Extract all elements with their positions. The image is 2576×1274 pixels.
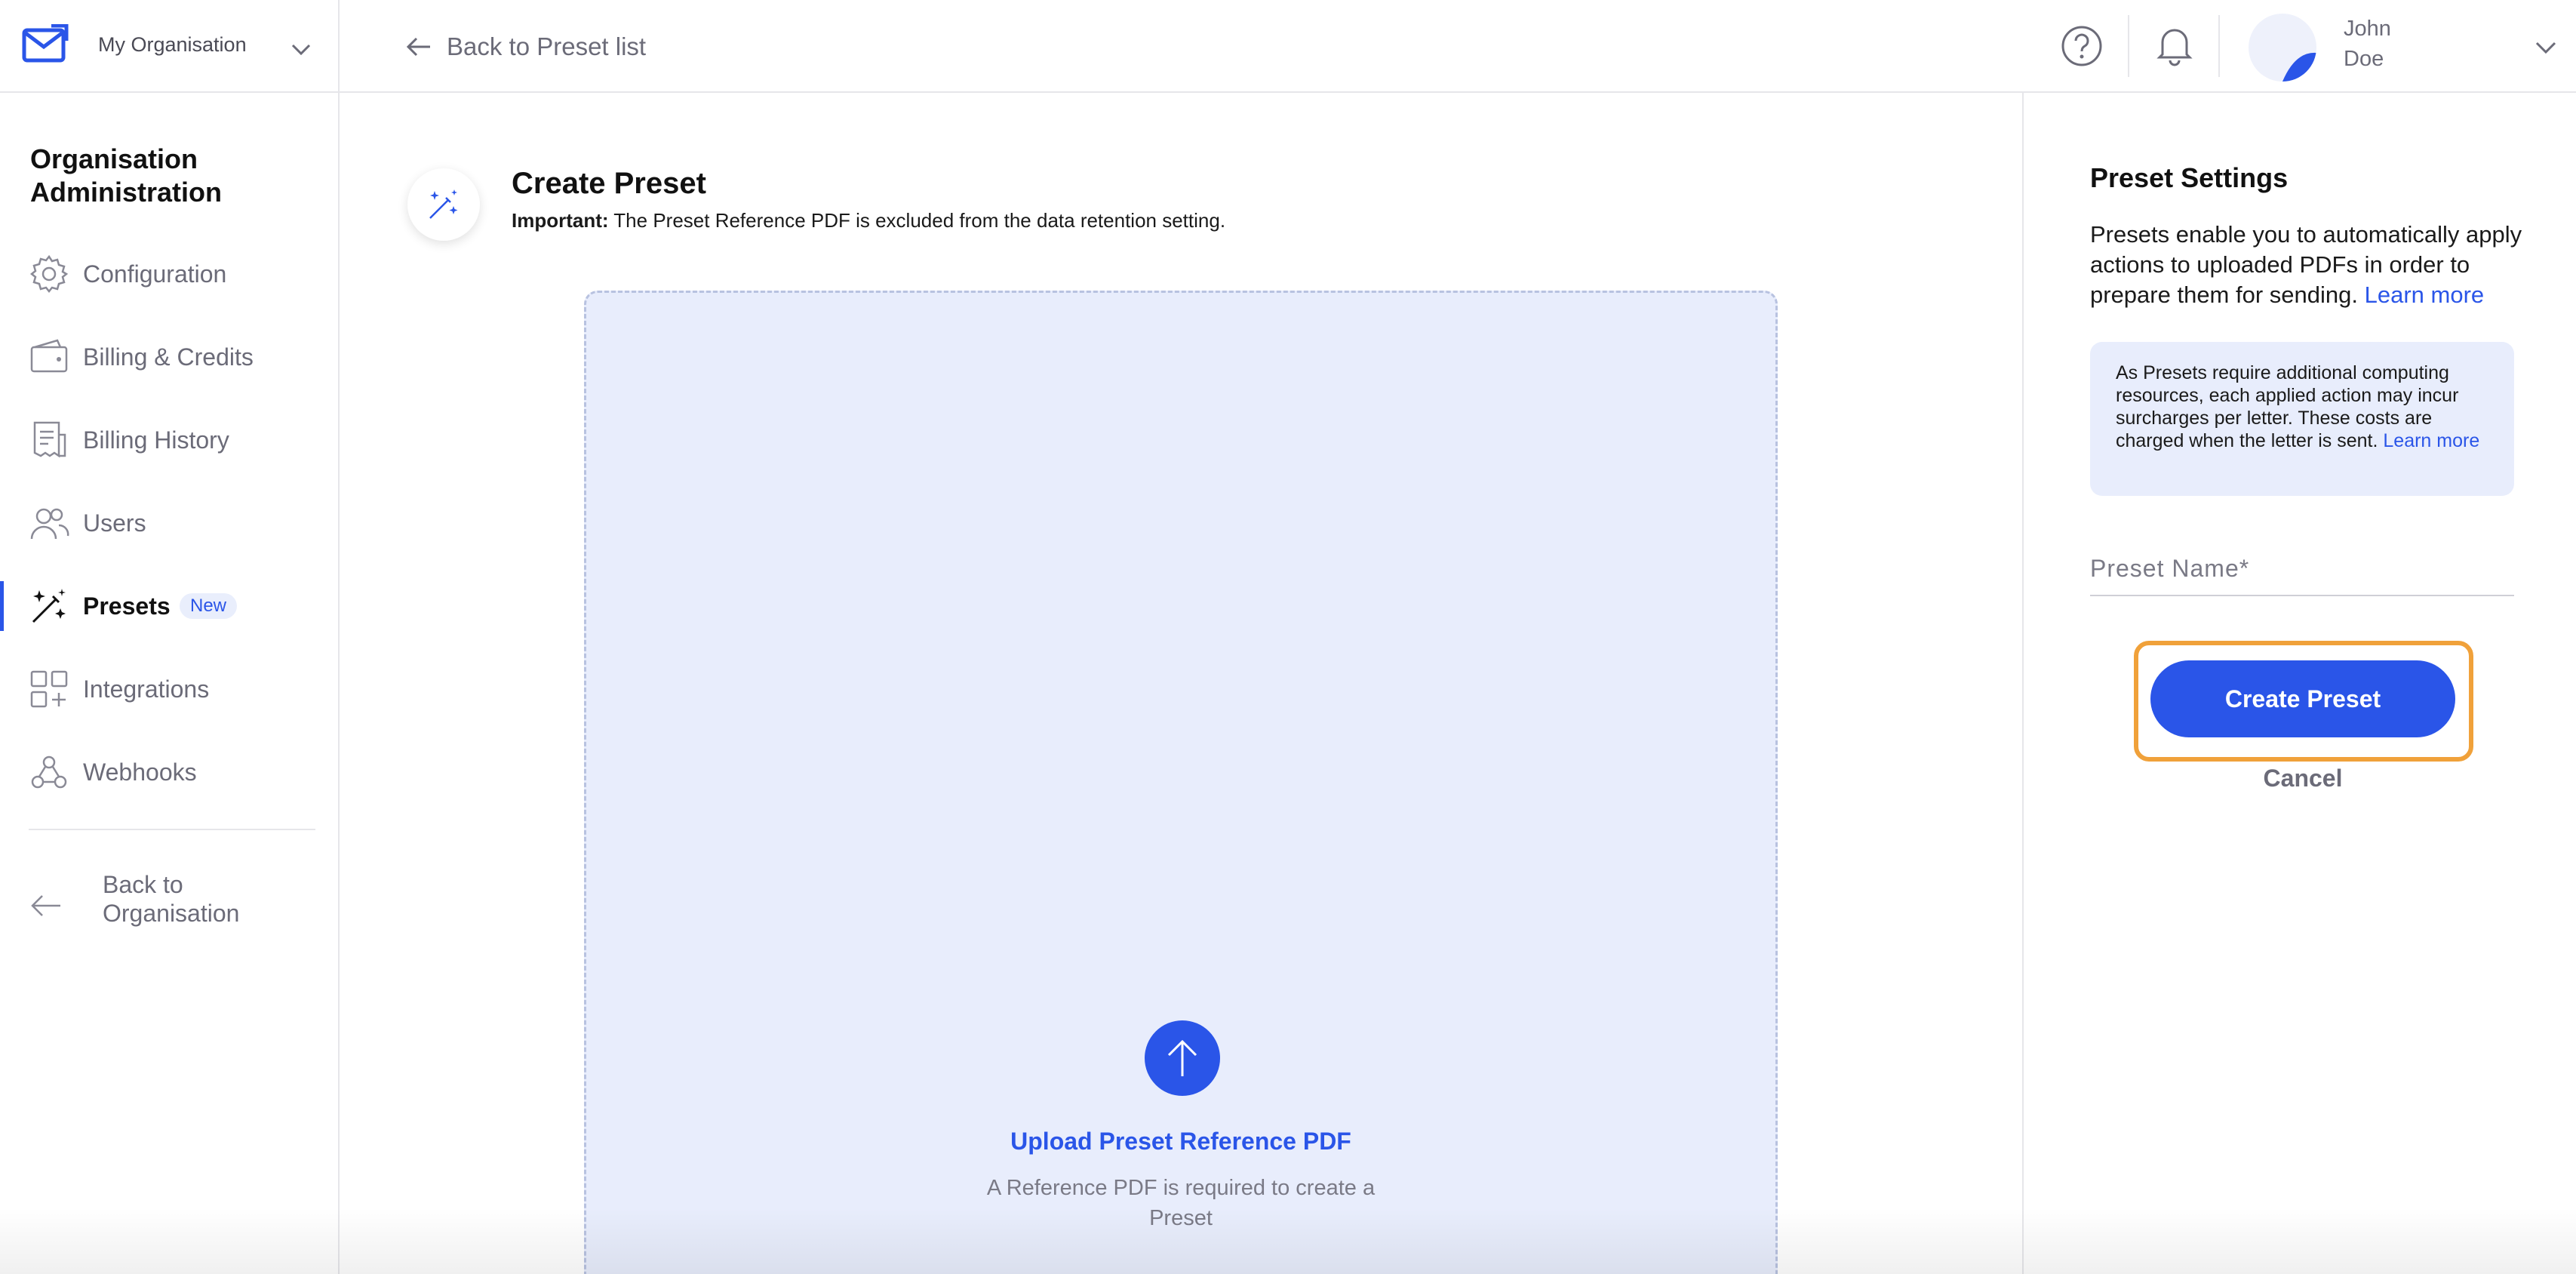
create-preset-button[interactable]: Create Preset bbox=[2150, 660, 2455, 737]
org-switcher[interactable]: My Organisation bbox=[0, 0, 340, 93]
chevron-down-icon[interactable] bbox=[2532, 33, 2559, 60]
back-to-preset-list-label: Back to Preset list bbox=[447, 32, 647, 60]
sidebar-item-presets[interactable]: Presets New bbox=[0, 580, 338, 632]
sidebar-item-label: Billing & Credits bbox=[83, 343, 254, 371]
preset-header-icon bbox=[407, 168, 480, 241]
sidebar-item-configuration[interactable]: Configuration bbox=[0, 248, 338, 300]
sidebar-item-users[interactable]: Users bbox=[0, 497, 338, 549]
upload-hint: A Reference PDF is required to create a … bbox=[986, 1176, 1376, 1230]
sidebar-item-label: Integrations bbox=[83, 675, 210, 703]
sidebar: Organisation Administration Configuratio… bbox=[0, 93, 340, 1274]
learn-more-link[interactable]: Learn more bbox=[2365, 282, 2485, 308]
retention-note-text: The Preset Reference PDF is excluded fro… bbox=[608, 209, 1226, 232]
bell-icon[interactable] bbox=[2153, 23, 2196, 66]
cancel-button[interactable]: Cancel bbox=[2226, 765, 2380, 792]
sidebar-item-label: Users bbox=[83, 509, 146, 537]
page-title: Create Preset bbox=[512, 167, 706, 200]
upload-button[interactable] bbox=[1145, 1020, 1220, 1096]
upload-preset-pdf-link[interactable]: Upload Preset Reference PDF bbox=[586, 1128, 1775, 1156]
avatar[interactable] bbox=[2249, 14, 2316, 82]
preset-settings-panel: Preset Settings Presets enable you to au… bbox=[2022, 93, 2576, 1274]
retention-note: Important: The Preset Reference PDF is e… bbox=[512, 209, 1225, 232]
sidebar-item-integrations[interactable]: Integrations bbox=[0, 663, 338, 715]
webhook-icon bbox=[31, 755, 67, 789]
pdf-dropzone[interactable]: Upload Preset Reference PDF A Reference … bbox=[584, 291, 1778, 1274]
user-first-name: John bbox=[2344, 17, 2391, 41]
avatar-shape-icon bbox=[2282, 52, 2316, 82]
preset-name-input[interactable] bbox=[2090, 546, 2514, 594]
mail-logo-icon bbox=[22, 24, 69, 63]
sidebar-item-webhooks[interactable]: Webhooks bbox=[0, 746, 338, 799]
sidebar-item-label: Webhooks bbox=[83, 758, 197, 786]
magic-wand-icon bbox=[32, 589, 66, 623]
topbar-divider bbox=[2128, 15, 2129, 77]
arrow-up-icon bbox=[1167, 1039, 1197, 1076]
chevron-down-icon bbox=[291, 44, 311, 56]
sidebar-item-billing-credits[interactable]: Billing & Credits bbox=[0, 331, 338, 383]
app-root: My Organisation Back to Preset list John… bbox=[0, 0, 2576, 1274]
topbar-divider bbox=[2218, 15, 2220, 77]
org-name: My Organisation bbox=[98, 33, 247, 56]
back-to-organisation-label: Back to Organisation bbox=[103, 871, 240, 927]
sidebar-title: Organisation Administration bbox=[30, 143, 223, 208]
back-to-organisation-link[interactable]: Back to Organisation bbox=[0, 863, 338, 946]
users-icon bbox=[30, 508, 69, 540]
arrow-left-icon bbox=[31, 895, 60, 916]
sidebar-divider bbox=[29, 829, 315, 830]
wallet-icon bbox=[30, 339, 68, 373]
help-icon[interactable] bbox=[2060, 24, 2104, 68]
user-last-name: Doe bbox=[2344, 47, 2384, 71]
new-badge: New bbox=[180, 593, 238, 619]
sidebar-item-billing-history[interactable]: Billing History bbox=[0, 414, 338, 466]
surcharge-info-box: As Presets require additional computing … bbox=[2090, 342, 2514, 496]
top-bar: My Organisation Back to Preset list John… bbox=[0, 0, 2576, 93]
back-to-preset-list-link[interactable]: Back to Preset list bbox=[404, 30, 646, 63]
settings-title: Preset Settings bbox=[2090, 162, 2289, 193]
sidebar-item-label: Presets bbox=[83, 592, 171, 620]
magic-wand-icon bbox=[429, 189, 458, 219]
retention-note-strong: Important: bbox=[512, 209, 609, 232]
settings-description: Presets enable you to automatically appl… bbox=[2090, 220, 2528, 310]
grid-plus-icon bbox=[30, 670, 68, 708]
gear-icon bbox=[29, 254, 69, 294]
main-content: Create Preset Important: The Preset Refe… bbox=[340, 93, 2022, 1274]
learn-more-link[interactable]: Learn more bbox=[2383, 430, 2479, 451]
sidebar-item-label: Configuration bbox=[83, 260, 227, 288]
receipt-icon bbox=[33, 421, 66, 458]
arrow-left-icon bbox=[406, 37, 430, 57]
sidebar-item-label: Billing History bbox=[83, 426, 229, 454]
preset-name-underline bbox=[2090, 595, 2514, 596]
